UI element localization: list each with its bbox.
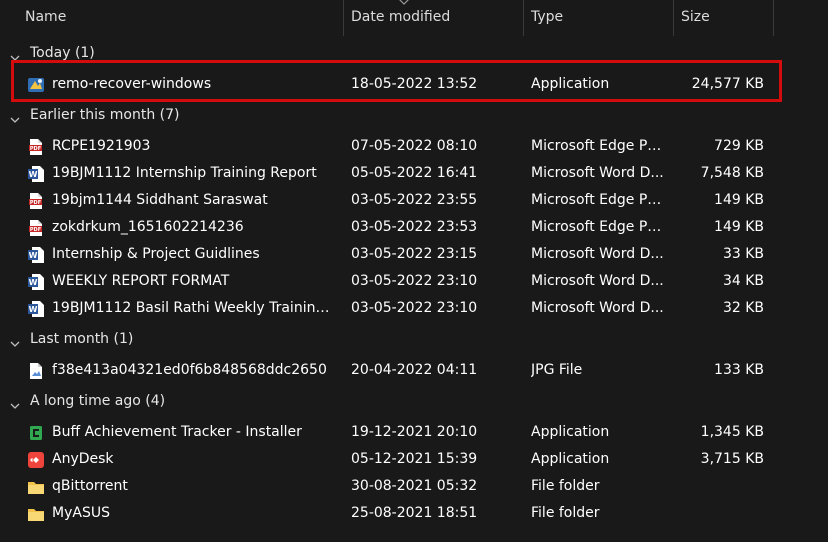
file-type: Microsoft Edge PD... [531, 219, 666, 235]
chevron-down-icon[interactable] [10, 396, 20, 409]
file-type: Microsoft Word D... [531, 273, 664, 289]
column-name-header[interactable]: Name [0, 0, 344, 36]
group-label: A long time ago (4) [30, 393, 166, 409]
file-row[interactable]: PDF 19bjm1144 Siddhant Saraswat 03-05-2022… [0, 187, 828, 214]
file-size: 729 KB [714, 138, 764, 154]
pdf-icon: PDF [27, 138, 45, 156]
column-type-header[interactable]: Type [524, 0, 674, 36]
chevron-down-icon[interactable] [10, 110, 20, 123]
svg-text:PDF: PDF [30, 200, 41, 206]
buff-app-icon [27, 424, 45, 442]
file-size: 33 KB [722, 246, 764, 262]
file-row[interactable]: PDF zokdrkum_1651602214236 03-05-2022 23:5… [0, 214, 828, 241]
column-name-label: Name [25, 9, 67, 25]
svg-text:W: W [29, 305, 38, 314]
file-name: WEEKLY REPORT FORMAT [52, 273, 230, 289]
file-size: 1,345 KB [700, 424, 764, 440]
file-name: 19BJM1112 Internship Training Report [52, 165, 317, 181]
file-name: MyASUS [52, 505, 110, 521]
file-date: 20-04-2022 04:11 [351, 362, 478, 378]
file-type: Microsoft Edge PD... [531, 138, 666, 154]
word-icon: W [27, 246, 45, 264]
file-size: 3,715 KB [700, 451, 764, 467]
file-size: 133 KB [714, 362, 764, 378]
file-type: Microsoft Word D... [531, 246, 664, 262]
file-date: 07-05-2022 08:10 [351, 138, 478, 154]
file-date: 30-08-2021 05:32 [351, 478, 478, 494]
file-date: 03-05-2022 23:15 [351, 246, 478, 262]
svg-text:PDF: PDF [30, 146, 41, 152]
column-date-label: Date modified [351, 9, 451, 25]
svg-text:PDF: PDF [30, 227, 41, 233]
file-date: 05-05-2022 16:41 [351, 165, 478, 181]
file-date: 19-12-2021 20:10 [351, 424, 478, 440]
file-date: 03-05-2022 23:55 [351, 192, 478, 208]
file-row[interactable]: AnyDesk 05-12-2021 15:39 Application 3,715 … [0, 446, 828, 473]
file-row[interactable]: qBittorrent 30-08-2021 05:32 File folder [0, 473, 828, 500]
file-size: 7,548 KB [700, 165, 764, 181]
file-date: 05-12-2021 15:39 [351, 451, 478, 467]
chevron-down-icon[interactable] [10, 334, 20, 347]
file-size: 34 KB [722, 273, 764, 289]
file-type: JPG File [531, 362, 583, 378]
group-label: Earlier this month (7) [30, 107, 180, 123]
file-name: Internship & Project Guidlines [52, 246, 260, 262]
file-date: 03-05-2022 23:10 [351, 300, 478, 316]
chevron-down-icon[interactable] [10, 48, 20, 61]
file-name: f38e413a04321ed0f6b848568ddc2650 [52, 362, 327, 378]
word-icon: W [27, 165, 45, 183]
file-date: 25-08-2021 18:51 [351, 505, 478, 521]
file-row[interactable]: PDF RCPE1921903 07-05-2022 08:10 Microsoft … [0, 133, 828, 160]
file-row[interactable]: W Internship & Project Guidlines 03-05-202… [0, 241, 828, 268]
group-label: Last month (1) [30, 331, 134, 347]
file-row[interactable]: Buff Achievement Tracker - Installer 19-1… [0, 419, 828, 446]
svg-text:W: W [29, 278, 38, 287]
file-date: 03-05-2022 23:10 [351, 273, 478, 289]
file-name: AnyDesk [52, 451, 114, 467]
folder-icon [27, 505, 45, 523]
file-date: 03-05-2022 23:53 [351, 219, 478, 235]
column-size-label: Size [681, 9, 710, 25]
file-name: 19bjm1144 Siddhant Saraswat [52, 192, 268, 208]
column-size-header[interactable]: Size [674, 0, 774, 36]
column-header: Name Date modified Type Size [0, 0, 828, 36]
file-size: 32 KB [722, 300, 764, 316]
file-name: RCPE1921903 [52, 138, 151, 154]
column-date-header[interactable]: Date modified [344, 0, 524, 36]
column-type-label: Type [531, 9, 564, 25]
file-size: 149 KB [714, 192, 764, 208]
file-type: Microsoft Word D... [531, 165, 664, 181]
highlight-box [11, 60, 782, 102]
file-row[interactable]: W 19BJM1112 Basil Rathi Weekly Training R… [0, 295, 828, 322]
file-size: 149 KB [714, 219, 764, 235]
anydesk-icon [27, 451, 45, 469]
word-icon: W [27, 300, 45, 318]
svg-text:W: W [29, 251, 38, 260]
file-row[interactable]: f38e413a04321ed0f6b848568ddc2650 20-04-20… [0, 357, 828, 384]
file-row[interactable]: W WEEKLY REPORT FORMAT 03-05-2022 23:10 Mic… [0, 268, 828, 295]
pdf-icon: PDF [27, 219, 45, 237]
pdf-icon: PDF [27, 192, 45, 210]
file-name: zokdrkum_1651602214236 [52, 219, 244, 235]
file-name: qBittorrent [52, 478, 128, 494]
file-name: Buff Achievement Tracker - Installer [52, 424, 302, 440]
file-row[interactable]: W 19BJM1112 Internship Training Report 05-… [0, 160, 828, 187]
word-icon: W [27, 273, 45, 291]
image-file-icon [27, 362, 45, 380]
file-type: Microsoft Edge PD... [531, 192, 666, 208]
file-row[interactable]: MyASUS 25-08-2021 18:51 File folder [0, 500, 828, 527]
svg-text:W: W [29, 170, 38, 179]
file-name: 19BJM1112 Basil Rathi Weekly Training R.… [52, 300, 337, 316]
file-type: Microsoft Word D... [531, 300, 664, 316]
file-type: File folder [531, 478, 600, 494]
file-type: Application [531, 451, 610, 467]
file-type: File folder [531, 505, 600, 521]
file-type: Application [531, 424, 610, 440]
folder-icon [27, 478, 45, 496]
